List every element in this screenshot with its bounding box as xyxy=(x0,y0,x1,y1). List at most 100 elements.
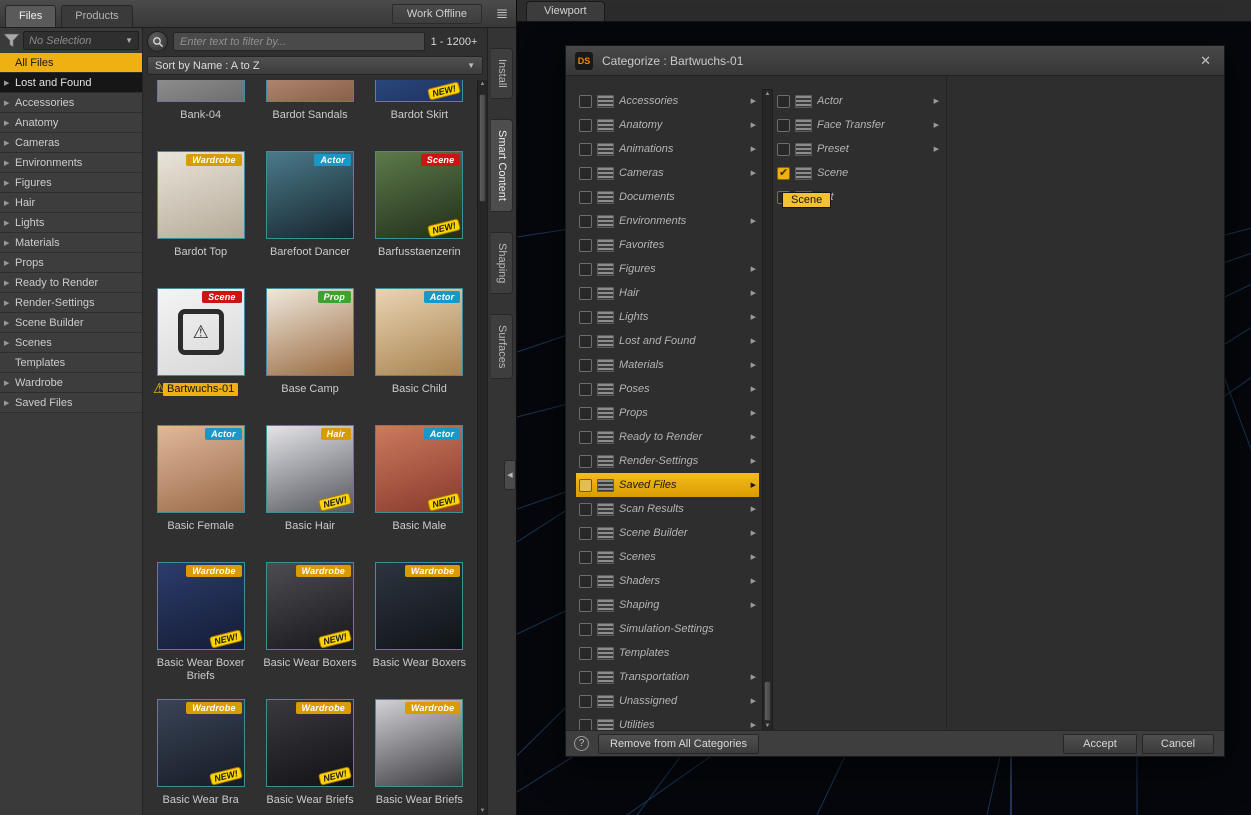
asset-item[interactable]: Actor NEW! ⚠ ⚠ Basic Male xyxy=(365,425,474,562)
category-checkbox[interactable] xyxy=(579,214,592,228)
category-row[interactable]: Favorites ▶ xyxy=(576,233,759,257)
content-scrollbar[interactable]: ▲ ▼ xyxy=(477,80,487,815)
expand-arrow-icon[interactable]: ▶ xyxy=(746,313,756,321)
expand-arrow-icon[interactable]: ▶ xyxy=(746,265,756,273)
category-row[interactable]: Scene ▶ xyxy=(774,161,942,185)
asset-item[interactable]: Prop ⚠ ⚠ Base Camp xyxy=(255,288,364,425)
category-checkbox[interactable] xyxy=(579,598,592,612)
expand-arrow-icon[interactable]: ▶ xyxy=(746,169,756,177)
category-row[interactable]: Shaping ▶ xyxy=(576,593,759,617)
asset-item[interactable]: Wardrobe ⚠ ⚠ Bardot Top xyxy=(146,151,255,288)
category-checkbox[interactable] xyxy=(579,382,592,396)
asset-thumbnail[interactable]: ⚠ xyxy=(156,80,245,102)
category-row[interactable]: Figures ▶ xyxy=(576,257,759,281)
asset-item[interactable]: Scene ⚠ ⚠ Bartwuchs-01 xyxy=(146,288,255,425)
category-checkbox[interactable] xyxy=(777,94,790,108)
category-row[interactable]: Cameras ▶ xyxy=(576,161,759,185)
expand-arrow-icon[interactable]: ▶ xyxy=(929,145,939,153)
expand-arrow-icon[interactable]: ▶ xyxy=(746,553,756,561)
expand-arrow-icon[interactable]: ▶ xyxy=(746,481,756,489)
category-row[interactable]: Poses ▶ xyxy=(576,377,759,401)
expand-arrow-icon[interactable]: ▶ xyxy=(746,505,756,513)
category-row[interactable]: Animations ▶ xyxy=(576,137,759,161)
asset-item[interactable]: Scene NEW! ⚠ ⚠ Barfusstaenzerin xyxy=(365,151,474,288)
asset-item[interactable]: Actor ⚠ ⚠ Barefoot Dancer xyxy=(255,151,364,288)
asset-thumbnail[interactable]: Hair NEW! ⚠ xyxy=(265,425,354,513)
category-checkbox[interactable] xyxy=(579,310,592,324)
scroll-up-icon[interactable]: ▲ xyxy=(763,91,772,97)
expand-arrow-icon[interactable]: ▶ xyxy=(746,433,756,441)
scrollbar-thumb[interactable] xyxy=(764,681,771,721)
category-row[interactable]: Unassigned ▶ xyxy=(576,689,759,713)
category-checkbox[interactable] xyxy=(579,502,592,516)
asset-thumbnail[interactable]: Actor ⚠ xyxy=(156,425,245,513)
category-row[interactable]: Actor ▶ xyxy=(774,89,942,113)
expand-arrow-icon[interactable]: ▶ xyxy=(746,601,756,609)
sort-dropdown[interactable]: Sort by Name : A to Z ▼ xyxy=(147,56,483,75)
asset-thumbnail[interactable]: Wardrobe NEW! ⚠ xyxy=(156,562,245,650)
asset-thumbnail[interactable]: Wardrobe NEW! ⚠ xyxy=(265,562,354,650)
expand-arrow-icon[interactable]: ▶ xyxy=(929,97,939,105)
category-checkbox[interactable] xyxy=(579,262,592,276)
category-checkbox[interactable] xyxy=(579,430,592,444)
expand-arrow-icon[interactable]: ▶ xyxy=(929,121,939,129)
category-checkbox[interactable] xyxy=(579,694,592,708)
sidebar-item[interactable]: ▶ Hair xyxy=(0,193,142,213)
scroll-down-icon[interactable]: ▼ xyxy=(478,808,487,814)
remove-from-all-categories-button[interactable]: Remove from All Categories xyxy=(598,733,759,754)
asset-item[interactable]: Wardrobe NEW! ⚠ ⚠ Basic Wear Bra xyxy=(146,699,255,815)
category-checkbox[interactable] xyxy=(579,526,592,540)
side-tab-smart-content[interactable]: Smart Content xyxy=(491,118,513,212)
category-checkbox[interactable] xyxy=(579,118,592,132)
category-checkbox[interactable] xyxy=(579,190,592,204)
asset-thumbnail[interactable]: Wardrobe NEW! ⚠ xyxy=(156,699,245,787)
asset-thumbnail[interactable]: Scene ⚠ xyxy=(156,288,245,376)
asset-item[interactable]: NEW! ⚠ ⚠ Bardot Skirt xyxy=(365,80,474,151)
expand-arrow-icon[interactable]: ▶ xyxy=(746,577,756,585)
help-icon[interactable]: ? xyxy=(574,736,589,751)
category-checkbox[interactable] xyxy=(579,646,592,660)
category-row[interactable]: Scenes ▶ xyxy=(576,545,759,569)
category-checkbox[interactable] xyxy=(579,574,592,588)
scrollbar-thumb[interactable] xyxy=(479,94,486,202)
asset-thumbnail[interactable]: Prop ⚠ xyxy=(265,288,354,376)
category-checkbox[interactable] xyxy=(579,478,592,492)
category-row[interactable]: Saved Files ▶ xyxy=(576,473,759,497)
category-row[interactable]: Transportation ▶ xyxy=(576,665,759,689)
sidebar-item[interactable]: ▶ Lost and Found xyxy=(0,73,142,93)
sidebar-item[interactable]: ▶ All Files xyxy=(0,53,142,73)
close-icon[interactable]: ✕ xyxy=(1196,51,1215,71)
expand-arrow-icon[interactable]: ▶ xyxy=(746,457,756,465)
asset-thumbnail[interactable]: Actor NEW! ⚠ xyxy=(375,425,464,513)
side-tab-shaping[interactable]: Shaping xyxy=(491,231,513,295)
category-row[interactable]: Templates ▶ xyxy=(576,641,759,665)
category-row[interactable]: Accessories ▶ xyxy=(576,89,759,113)
category-row[interactable]: Face Transfer ▶ xyxy=(774,113,942,137)
expand-arrow-icon[interactable]: ▶ xyxy=(746,385,756,393)
expand-arrow-icon[interactable]: ▶ xyxy=(746,697,756,705)
sidebar-item[interactable]: ▶ Saved Files xyxy=(0,393,142,413)
scroll-up-icon[interactable]: ▲ xyxy=(478,81,487,87)
asset-thumbnail[interactable]: Scene NEW! ⚠ xyxy=(375,151,464,239)
sidebar-item[interactable]: ▶ Lights xyxy=(0,213,142,233)
asset-thumbnail[interactable]: NEW! ⚠ xyxy=(375,80,464,102)
asset-item[interactable]: Wardrobe ⚠ ⚠ Basic Wear Briefs xyxy=(365,699,474,815)
tab-files[interactable]: Files xyxy=(5,5,57,27)
sidebar-item[interactable]: ▶ Templates xyxy=(0,353,142,373)
category-row[interactable]: Ready to Render ▶ xyxy=(576,425,759,449)
expand-arrow-icon[interactable]: ▶ xyxy=(746,529,756,537)
sidebar-item[interactable]: ▶ Accessories xyxy=(0,93,142,113)
expand-arrow-icon[interactable]: ▶ xyxy=(746,361,756,369)
sidebar-item[interactable]: ▶ Cameras xyxy=(0,133,142,153)
asset-thumbnail[interactable]: Wardrobe ⚠ xyxy=(156,151,245,239)
category-row[interactable]: Materials ▶ xyxy=(576,353,759,377)
category-checkbox[interactable] xyxy=(579,358,592,372)
sidebar-item[interactable]: ▶ Wardrobe xyxy=(0,373,142,393)
tab-products[interactable]: Products xyxy=(61,5,133,27)
sidebar-item[interactable]: ▶ Scenes xyxy=(0,333,142,353)
category-checkbox[interactable] xyxy=(579,550,592,564)
category-checkbox[interactable] xyxy=(579,94,592,108)
cancel-button[interactable]: Cancel xyxy=(1142,733,1214,754)
asset-thumbnail[interactable]: Actor ⚠ xyxy=(265,151,354,239)
category-row[interactable]: Utilities ▶ xyxy=(576,713,759,731)
